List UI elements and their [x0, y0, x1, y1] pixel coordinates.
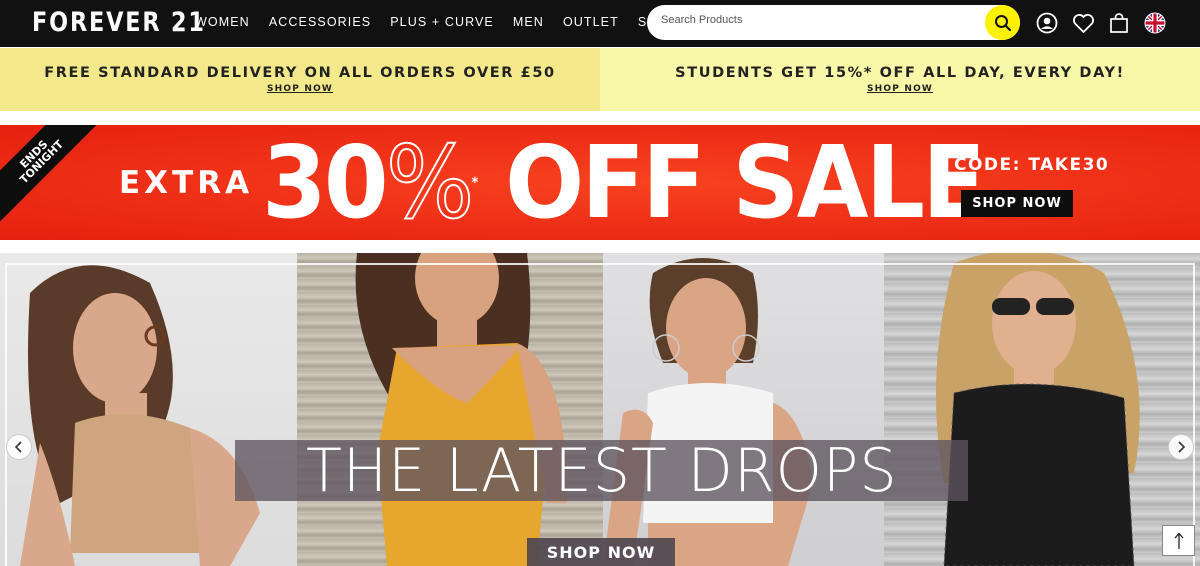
promo-title: STUDENTS GET 15%* OFF ALL DAY, EVERY DAY…	[675, 65, 1125, 81]
sale-amount: 30	[262, 125, 389, 240]
carousel-prev-button[interactable]	[6, 434, 32, 460]
nav-men[interactable]: MEN	[513, 15, 544, 29]
search-input[interactable]	[661, 14, 981, 26]
promo-shop-now-link[interactable]: SHOP NOW	[867, 84, 933, 94]
ends-tonight-ribbon: ENDS TONIGHT	[0, 125, 101, 227]
carousel-next-button[interactable]	[1168, 434, 1194, 460]
promo-code: CODE: TAKE30	[954, 155, 1110, 175]
sale-off-text: OFF SALE	[505, 125, 986, 240]
hero-carousel[interactable]: THE LATEST DROPS SHOP NOW	[0, 253, 1200, 566]
hero-title-bar: THE LATEST DROPS	[235, 440, 968, 501]
uk-flag-icon	[1144, 12, 1166, 34]
forever21-logo[interactable]: FOREVER 21	[32, 7, 206, 38]
country-selector[interactable]	[1143, 11, 1167, 35]
model-image-black-lace-top	[884, 253, 1200, 566]
nav-plus-curve[interactable]: PLUS + CURVE	[390, 15, 494, 29]
nav-outlet[interactable]: OUTLET	[563, 15, 619, 29]
search-bar	[647, 5, 1020, 40]
nav-women[interactable]: WOMEN	[195, 15, 250, 29]
nav-accessories[interactable]: ACCESSORIES	[269, 15, 371, 29]
sale-asterisk: *	[471, 175, 478, 191]
model-image-tan-top	[0, 253, 297, 566]
sale-headline: 30%* OFF SALE	[262, 132, 986, 234]
model-image-white-crop-top	[603, 253, 884, 566]
sale-shop-now-button[interactable]: SHOP NOW	[961, 190, 1073, 217]
hero-shop-now-button[interactable]: SHOP NOW	[527, 538, 675, 566]
main-nav: WOMEN ACCESSORIES PLUS + CURVE MEN OUTLE…	[195, 15, 693, 29]
wishlist-button[interactable]	[1071, 11, 1095, 35]
account-button[interactable]	[1035, 11, 1059, 35]
hero-title: THE LATEST DROPS	[305, 435, 898, 506]
promo-shop-now-link[interactable]: SHOP NOW	[267, 84, 333, 94]
sale-banner[interactable]: ENDS TONIGHT EXTRA 30%* OFF SALE CODE: T…	[0, 125, 1200, 240]
chevron-right-icon	[1178, 441, 1186, 453]
ribbon-text: ENDS TONIGHT	[17, 137, 67, 187]
promo-title: FREE STANDARD DELIVERY ON ALL ORDERS OVE…	[44, 65, 556, 81]
shopping-bag-button[interactable]	[1107, 11, 1131, 35]
promo-students: STUDENTS GET 15%* OFF ALL DAY, EVERY DAY…	[600, 48, 1200, 111]
sale-extra-label: EXTRA	[119, 165, 254, 201]
model-image-yellow-dress	[297, 253, 603, 566]
top-navigation-bar: FOREVER 21 WOMEN ACCESSORIES PLUS + CURV…	[0, 0, 1200, 47]
back-to-top-button[interactable]	[1162, 525, 1195, 556]
account-icon	[1036, 12, 1058, 34]
promo-free-delivery: FREE STANDARD DELIVERY ON ALL ORDERS OVE…	[0, 48, 600, 111]
wishlist-heart-icon	[1072, 13, 1094, 33]
arrow-up-icon	[1174, 532, 1183, 549]
shopping-bag-icon	[1110, 12, 1128, 33]
search-icon	[994, 14, 1011, 31]
search-button[interactable]	[985, 5, 1020, 40]
chevron-left-icon	[14, 441, 22, 453]
sale-percent: %	[385, 125, 475, 240]
